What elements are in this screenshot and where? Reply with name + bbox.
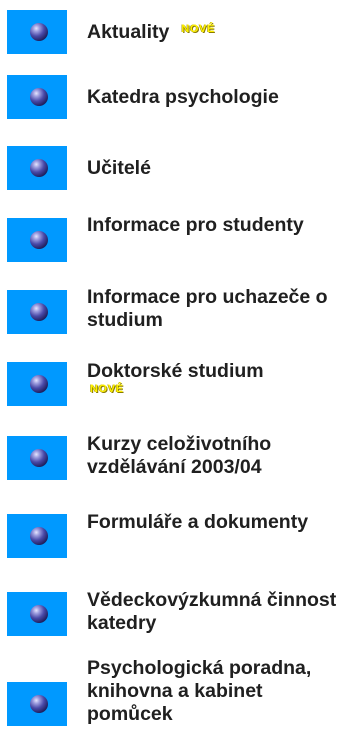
new-badge-icon: NOVÉ [90, 383, 124, 395]
bullet-tile [7, 682, 67, 726]
bullet-ball-icon [30, 23, 48, 41]
bullet-tile [7, 10, 67, 54]
bullet-tile [7, 592, 67, 636]
menu-item-label: Informace pro uchazeče o studium [87, 286, 328, 331]
bullet-tile [7, 290, 67, 334]
bullet-ball-icon [30, 375, 48, 393]
new-badge-icon: NOVÉ [181, 23, 215, 35]
menu-item-label: Kurzy celoživotního vzdělávání 2003/04 [87, 433, 272, 478]
menu-item-aktuality[interactable]: Aktuality NOVÉ [0, 10, 343, 54]
menu-item-label: Katedra psychologie [87, 86, 279, 108]
bullet-tile [7, 218, 67, 262]
menu-item-katedra-psychologie[interactable]: Katedra psychologie [0, 75, 343, 119]
menu-item-label: Doktorské studium NOVÉ [87, 360, 339, 395]
bullet-ball-icon [30, 88, 48, 106]
menu-item-label: Psychologická poradna, knihovna a kabine… [87, 657, 312, 725]
bullet-ball-icon [30, 695, 48, 713]
bullet-ball-icon [30, 303, 48, 321]
menu-item-psychologicka-poradna[interactable]: Psychologická poradna, knihovna a kabine… [0, 657, 343, 748]
menu-item-vedeckovyzkumna-cinnost[interactable]: Vědeckovýzkumná činnost katedry [0, 589, 343, 642]
menu-item-informace-pro-studenty[interactable]: Informace pro studenty [0, 214, 343, 268]
bullet-ball-icon [30, 231, 48, 249]
menu-item-ucitele[interactable]: Učitelé [0, 146, 343, 190]
bullet-tile [7, 146, 67, 190]
bullet-ball-icon [30, 527, 48, 545]
menu-item-label: Učitelé [87, 157, 151, 179]
menu-item-doktorske-studium[interactable]: Doktorské studium NOVÉ [0, 360, 343, 412]
menu-item-formulare-a-dokumenty[interactable]: Formuláře a dokumenty [0, 511, 343, 564]
bullet-ball-icon [30, 159, 48, 177]
bullet-tile [7, 75, 67, 119]
menu-item-informace-pro-uchazece[interactable]: Informace pro uchazeče o studium [0, 286, 343, 340]
menu-item-label: Vědeckovýzkumná činnost katedry [87, 589, 337, 634]
bullet-ball-icon [30, 605, 48, 623]
bullet-tile [7, 362, 67, 406]
menu-item-label: Aktuality NOVÉ [87, 21, 215, 43]
bullet-tile [7, 514, 67, 558]
menu-item-kurzy-celozivotniho-vzdelavani[interactable]: Kurzy celoživotního vzdělávání 2003/04 [0, 433, 343, 486]
menu-item-label: Informace pro studenty [87, 214, 304, 236]
bullet-tile [7, 436, 67, 480]
menu-item-label: Formuláře a dokumenty [87, 511, 309, 533]
bullet-ball-icon [30, 449, 48, 467]
